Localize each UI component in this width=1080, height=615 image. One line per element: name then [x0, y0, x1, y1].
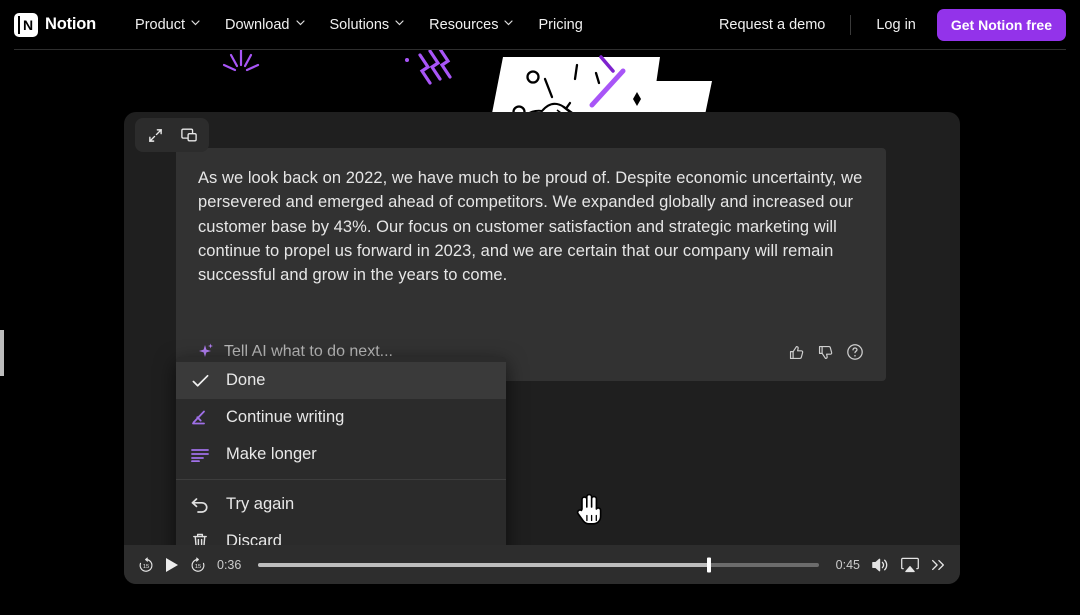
text-lines-icon	[190, 448, 210, 462]
mouse-cursor-pointer	[576, 493, 602, 530]
menu-divider	[176, 479, 506, 480]
nav-item-solutions-label: Solutions	[329, 16, 390, 33]
menu-item-try-again[interactable]: Try again	[176, 486, 506, 523]
brand-name: Notion	[45, 15, 97, 33]
airplay-icon[interactable]	[901, 557, 919, 573]
menu-item-make-longer[interactable]: Make longer	[176, 436, 506, 473]
menu-item-done-label: Done	[226, 371, 266, 389]
progress-fill	[258, 562, 710, 567]
progress-knob[interactable]	[707, 557, 712, 572]
nav-divider	[850, 14, 852, 35]
nav-item-resources-label: Resources	[429, 16, 499, 33]
menu-item-continue-writing[interactable]: Continue writing	[176, 399, 506, 436]
chevron-down-icon	[295, 19, 305, 28]
ai-response-card: As we look back on 2022, we have much to…	[176, 148, 886, 381]
rewind-15-icon[interactable]: 15	[138, 556, 154, 573]
pen-icon	[190, 410, 210, 426]
video-control-bar: 15 15 0:36 0:45	[124, 545, 960, 584]
progress-scrubber[interactable]	[258, 557, 819, 572]
nav-item-pricing[interactable]: Pricing	[525, 11, 595, 39]
brand-logo[interactable]: N Notion	[14, 12, 97, 37]
left-edge-indicator	[0, 330, 4, 376]
nav-item-download-label: Download	[225, 16, 290, 33]
svg-text:15: 15	[195, 563, 201, 569]
notion-logo-icon: N	[14, 12, 38, 37]
thumbs-down-icon[interactable]	[817, 344, 834, 361]
total-time-label: 0:45	[835, 557, 860, 572]
current-time-label: 0:36	[217, 557, 242, 572]
nav-item-product-label: Product	[135, 16, 186, 33]
video-player-panel: As we look back on 2022, we have much to…	[124, 112, 960, 584]
help-circle-icon[interactable]	[846, 343, 864, 361]
volume-on-icon[interactable]	[871, 557, 890, 573]
forward-15-icon[interactable]: 15	[190, 556, 206, 573]
request-demo-link[interactable]: Request a demo	[706, 11, 838, 39]
picture-in-picture-icon[interactable]	[175, 123, 203, 147]
chevron-down-icon	[191, 19, 200, 28]
menu-item-make-longer-label: Make longer	[226, 445, 317, 463]
undo-arrow-icon	[190, 497, 210, 513]
top-navbar: N Notion Product Download Solutions Reso…	[0, 0, 1080, 49]
menu-item-try-again-label: Try again	[226, 495, 295, 513]
menu-item-continue-writing-label: Continue writing	[226, 408, 345, 426]
get-notion-free-button[interactable]: Get Notion free	[936, 8, 1066, 41]
expand-fullscreen-icon[interactable]	[141, 123, 169, 147]
panel-top-controls	[135, 118, 209, 152]
ai-actions-menu: Done Continue writing Make longer Try ag…	[176, 357, 506, 565]
ai-response-text: As we look back on 2022, we have much to…	[198, 169, 863, 285]
nav-links: Product Download Solutions Resources Pri…	[122, 11, 596, 39]
thumbs-up-icon[interactable]	[788, 344, 805, 361]
menu-item-done[interactable]: Done	[176, 362, 506, 399]
nav-item-product[interactable]: Product	[122, 11, 212, 39]
checkmark-icon	[190, 374, 210, 388]
nav-item-download[interactable]: Download	[212, 11, 317, 39]
login-link[interactable]: Log in	[863, 11, 929, 39]
chevron-double-right-icon[interactable]	[930, 557, 946, 573]
navbar-bottom-border	[14, 49, 1066, 50]
nav-right-group: Request a demo Log in Get Notion free	[706, 8, 1066, 41]
ai-feedback-icons	[788, 343, 864, 361]
nav-item-resources[interactable]: Resources	[416, 11, 525, 39]
chevron-down-icon	[395, 19, 404, 28]
page-root: N Notion Product Download Solutions Reso…	[0, 0, 1080, 615]
play-icon[interactable]	[165, 557, 179, 573]
chevron-down-icon	[504, 19, 514, 28]
nav-item-solutions[interactable]: Solutions	[317, 11, 417, 39]
nav-item-pricing-label: Pricing	[538, 16, 583, 33]
svg-text:15: 15	[143, 563, 149, 569]
